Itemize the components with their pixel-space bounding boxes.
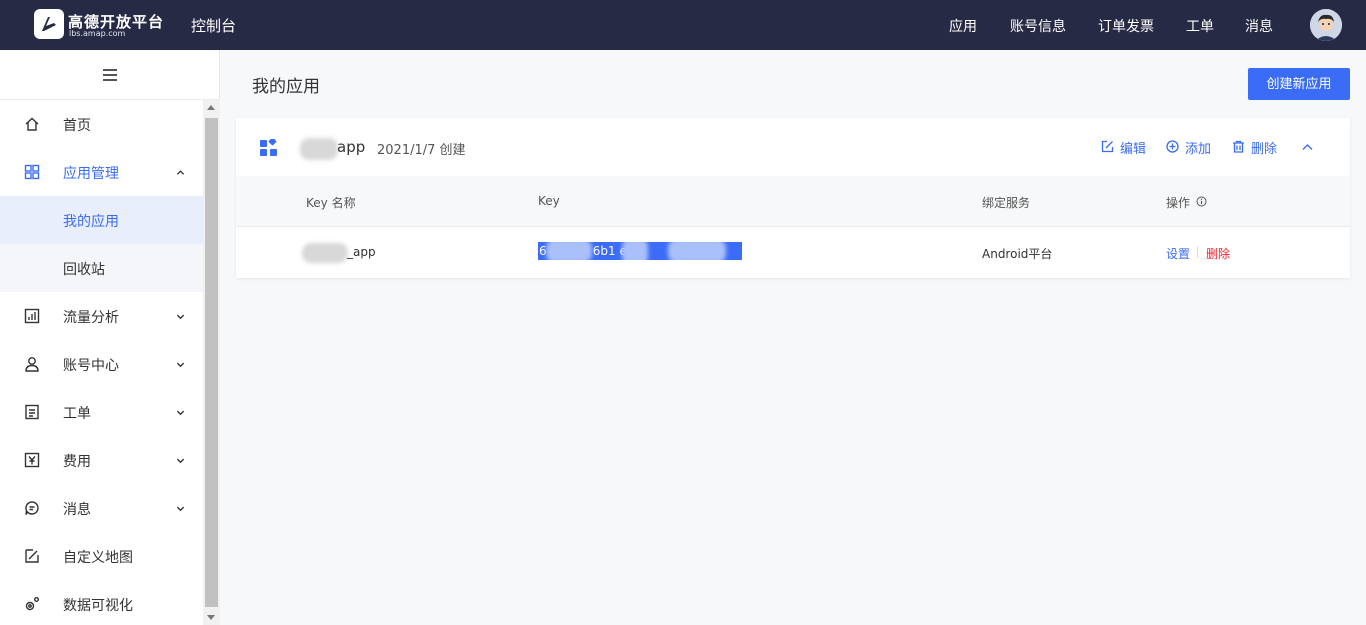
sidebar-item-account-center[interactable]: 账号中心 xyxy=(0,340,203,388)
home-icon xyxy=(25,117,39,131)
column-header-operations: 操作 xyxy=(1166,196,1191,210)
sidebar-item-label: 消息 xyxy=(63,502,91,518)
app-card: app 2021/1/7 创建 编辑 添加 删除 Key 名称 Key 绑定服务… xyxy=(236,118,1350,278)
nav-tickets[interactable]: 工单 xyxy=(1186,16,1214,36)
custom-map-icon xyxy=(25,549,39,563)
sidebar-item-label: 自定义地图 xyxy=(63,550,133,566)
trash-icon xyxy=(1233,140,1244,153)
add-label: 添加 xyxy=(1185,142,1212,157)
app-created-date: 2021/1/7 创建 xyxy=(377,143,466,158)
delete-label: 删除 xyxy=(1251,142,1278,157)
sidebar-item-traffic-analysis[interactable]: 流量分析 xyxy=(0,292,203,340)
chevron-down-icon xyxy=(176,410,185,416)
info-icon[interactable] xyxy=(1196,196,1207,207)
sidebar-item-tickets[interactable]: 工单 xyxy=(0,388,203,436)
plus-circle-icon xyxy=(1166,140,1179,153)
sidebar-item-label: 首页 xyxy=(63,118,91,134)
nav-apps[interactable]: 应用 xyxy=(949,16,977,36)
bound-service: Android平台 xyxy=(982,247,1053,261)
sidebar-menu: 首页 应用管理 我的应用 回收站 流量分析 账号中心 工单 费用 消息 自定义地… xyxy=(0,100,203,625)
scroll-down-arrow-icon[interactable] xyxy=(207,615,215,620)
ticket-icon xyxy=(25,404,39,420)
edit-icon xyxy=(1101,140,1114,153)
sidebar: 首页 应用管理 我的应用 回收站 流量分析 账号中心 工单 费用 消息 自定义地… xyxy=(0,50,220,625)
nav-orders-invoices[interactable]: 订单发票 xyxy=(1098,16,1154,36)
nav-messages[interactable]: 消息 xyxy=(1245,16,1273,36)
sidebar-item-label: 流量分析 xyxy=(63,310,119,326)
redacted-key-part xyxy=(546,242,592,260)
collapse-chevron-up-icon[interactable] xyxy=(1302,143,1313,151)
redacted-key-part xyxy=(668,242,726,260)
user-avatar[interactable] xyxy=(1310,9,1342,41)
brand-subtitle: lbs.amap.com xyxy=(69,29,126,38)
console-title[interactable]: 控制台 xyxy=(191,15,236,36)
hamburger-icon[interactable] xyxy=(103,69,117,84)
chevron-down-icon xyxy=(176,458,185,464)
scrollbar-thumb[interactable] xyxy=(205,118,218,607)
yen-icon xyxy=(24,452,40,468)
sidebar-item-label: 我的应用 xyxy=(63,214,119,230)
key-delete-link[interactable]: 删除 xyxy=(1206,245,1230,262)
chart-icon xyxy=(24,308,40,324)
page-title: 我的应用 xyxy=(252,77,320,97)
redacted-app-name xyxy=(300,138,338,160)
sidebar-collapse-toggle[interactable] xyxy=(0,50,220,100)
table-header-row: Key 名称 Key 绑定服务 操作 xyxy=(236,176,1350,227)
user-icon xyxy=(25,357,39,372)
data-viz-icon xyxy=(25,597,39,611)
column-header-bound-service: 绑定服务 xyxy=(982,196,1031,210)
chevron-down-icon xyxy=(176,506,185,512)
sidebar-item-label: 数据可视化 xyxy=(63,598,133,614)
sidebar-subitem-my-apps[interactable]: 我的应用 xyxy=(0,196,203,244)
sidebar-item-data-visualization[interactable]: 数据可视化 xyxy=(0,580,203,625)
sidebar-item-app-management[interactable]: 应用管理 xyxy=(0,148,203,196)
sidebar-item-custom-map[interactable]: 自定义地图 xyxy=(0,532,203,580)
table-row: _app 6 110ffa 6b1 e49 Android平台 设置 删除 xyxy=(236,227,1350,278)
chevron-down-icon xyxy=(176,314,185,320)
redacted-key-name xyxy=(302,243,348,263)
key-value[interactable]: 6 110ffa 6b1 e49 xyxy=(538,242,742,260)
sidebar-subitem-recycle-bin[interactable]: 回收站 xyxy=(0,244,203,292)
top-navigation-bar: 高德开放平台 lbs.amap.com 控制台 应用 账号信息 订单发票 工单 … xyxy=(0,0,1366,50)
column-header-key: Key xyxy=(538,194,560,208)
column-header-key-name: Key 名称 xyxy=(306,196,356,210)
sidebar-scrollbar[interactable] xyxy=(203,100,220,625)
create-app-button[interactable]: 创建新应用 xyxy=(1248,68,1350,100)
chevron-up-icon xyxy=(176,170,185,175)
sidebar-item-label: 账号中心 xyxy=(63,358,119,374)
nav-account-info[interactable]: 账号信息 xyxy=(1010,16,1066,36)
amap-logo-icon[interactable] xyxy=(34,9,64,39)
edit-label: 编辑 xyxy=(1120,142,1147,157)
sidebar-item-label: 费用 xyxy=(63,454,91,470)
app-blocks-icon xyxy=(260,139,277,156)
sidebar-item-label: 回收站 xyxy=(63,262,105,278)
chevron-down-icon xyxy=(176,362,185,368)
divider xyxy=(1197,246,1198,258)
sidebar-item-label: 工单 xyxy=(63,406,91,422)
scroll-up-arrow-icon[interactable] xyxy=(207,105,215,110)
sidebar-item-label: 应用管理 xyxy=(63,166,119,182)
sidebar-item-billing[interactable]: 费用 xyxy=(0,436,203,484)
sidebar-item-home[interactable]: 首页 xyxy=(0,100,203,148)
sidebar-item-messages[interactable]: 消息 xyxy=(0,484,203,532)
key-name: _app xyxy=(347,245,376,259)
key-table: Key 名称 Key 绑定服务 操作 _app 6 110ffa 6b1 e49… xyxy=(236,176,1350,278)
app-name: app xyxy=(337,138,366,156)
app-card-header: app 2021/1/7 创建 编辑 添加 删除 xyxy=(236,118,1350,176)
apps-grid-icon xyxy=(24,164,40,180)
message-icon xyxy=(25,501,39,515)
key-settings-link[interactable]: 设置 xyxy=(1166,245,1190,262)
redacted-key-part xyxy=(622,242,648,260)
